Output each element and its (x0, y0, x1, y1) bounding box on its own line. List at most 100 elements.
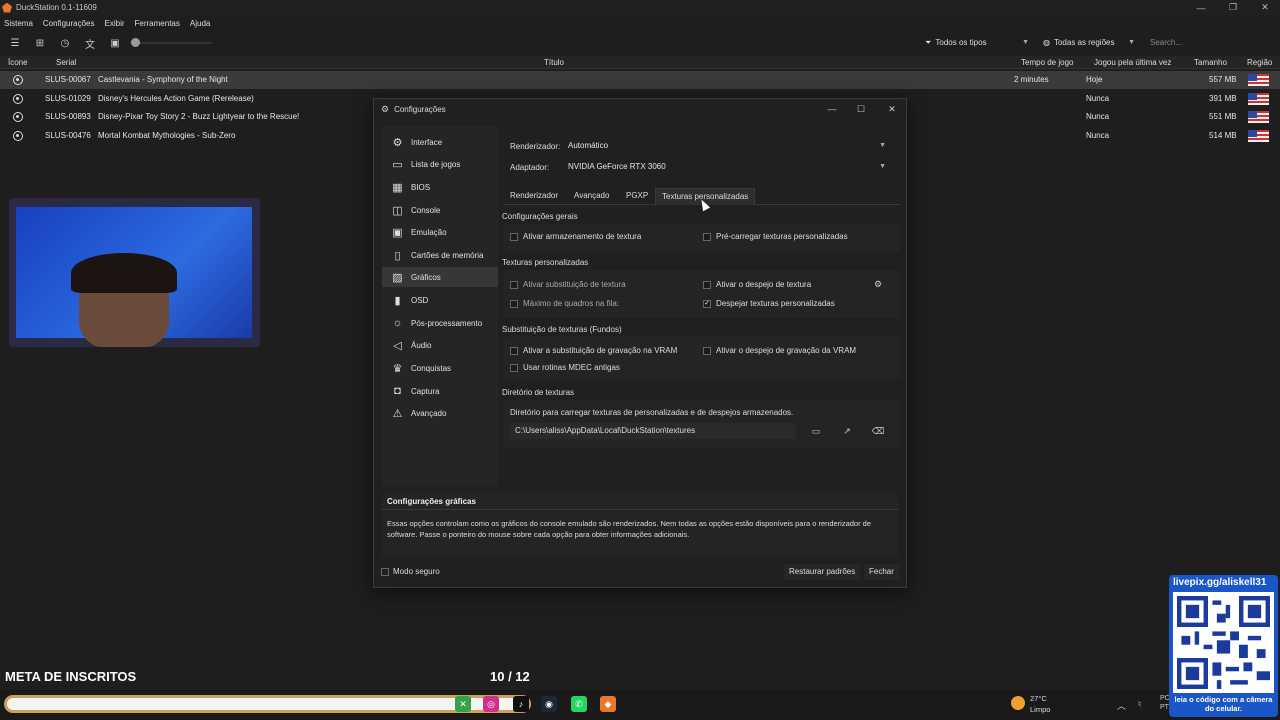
sidebar-item-console[interactable]: ◫ Console (382, 200, 498, 220)
sidebar-item-post-processing[interactable]: ☼ Pós-processamento (382, 313, 498, 333)
dialog-maximize-icon[interactable]: ☐ (853, 102, 869, 116)
weather-widget[interactable]: 27°C Limpo (1030, 693, 1050, 715)
col-playtime[interactable]: Tempo de jogo (1021, 58, 1073, 67)
checkbox-box (703, 346, 711, 355)
duckstation-taskbar-icon[interactable]: ◆ (600, 696, 616, 712)
zoom-slider-track[interactable] (130, 42, 212, 44)
section-backgrounds: Substituição de texturas (Fundos) (502, 325, 622, 334)
camera-icon: ◘ (394, 385, 401, 397)
preload-textures-checkbox[interactable]: Pré-carregar texturas personalizadas (703, 232, 848, 241)
enable-texture-dump-checkbox[interactable]: Ativar o despejo de textura (703, 280, 811, 289)
speaker-icon: ◁ (393, 339, 402, 352)
instagram-icon[interactable]: ◎ (483, 696, 499, 712)
vram-write-dump-checkbox[interactable]: Ativar o despejo de gravação da VRAM (703, 346, 856, 355)
row-serial: SLUS-01029 (45, 94, 91, 103)
tab-renderer[interactable]: Renderizador (504, 188, 564, 205)
whatsapp-icon[interactable]: ✆ (571, 696, 587, 712)
settings-sidebar: ⚙ Interface ▭ Lista de jogos ▦ BIOS ◫ Consol… (382, 126, 498, 487)
maximize-icon[interactable]: ❐ (1217, 0, 1249, 15)
tiktok-icon[interactable]: ♪ (513, 696, 529, 712)
texture-settings-gear-icon[interactable]: ⚙ (868, 276, 888, 292)
table-row[interactable]: SLUS-00067 Castlevania - Symphony of the… (0, 71, 1280, 89)
menu-sistema[interactable]: Sistema (4, 19, 33, 28)
sidebar-item-label: Pós-processamento (411, 318, 483, 328)
translate-icon[interactable]: 文 (83, 36, 97, 51)
sidebar-item-label: Interface (411, 137, 443, 147)
folder-open-icon[interactable]: ▭ (806, 423, 826, 439)
tab-advanced[interactable]: Avançado (568, 188, 615, 205)
checkbox-label: Usar rotinas MDEC antigas (523, 363, 620, 372)
sidebar-item-interface[interactable]: ⚙ Interface (382, 132, 498, 152)
clock-icon[interactable]: ◷ (58, 36, 72, 50)
clear-icon[interactable]: ⌫ (868, 423, 888, 439)
sidebar-item-achievements[interactable]: ♛ Conquistas (382, 358, 498, 378)
row-lastplayed: Nunca (1086, 112, 1110, 121)
sidebar-item-osd[interactable]: ▮ OSD (382, 290, 498, 310)
livepix-qr-overlay: livepix.gg/aliskell31 leia o código com … (1169, 575, 1278, 717)
col-title[interactable]: Título (544, 58, 564, 67)
restore-defaults-button[interactable]: Restaurar padrões (784, 564, 861, 580)
sidebar-item-graphics[interactable]: ▨ Gráficos (382, 267, 498, 287)
row-size: 557 MB (1209, 75, 1237, 84)
sidebar-item-game-list[interactable]: ▭ Lista de jogos (382, 154, 498, 174)
chevron-up-icon[interactable]: ︿ (1117, 699, 1126, 712)
dialog-close-icon[interactable]: ✕ (884, 102, 900, 116)
zoom-slider-handle[interactable] (131, 38, 140, 47)
col-icon[interactable]: Ícone (8, 58, 28, 67)
col-region[interactable]: Região (1247, 58, 1272, 67)
enable-texture-replacement-checkbox[interactable]: Ativar substituição de textura (510, 280, 626, 289)
menu-exibir[interactable]: Exibir (105, 19, 125, 28)
microphone-icon[interactable]: ♮ (1138, 699, 1141, 710)
trophy-icon: ♛ (392, 362, 403, 375)
sidebar-item-memory-cards[interactable]: ▯ Cartões de memória (382, 245, 498, 265)
row-size: 551 MB (1209, 112, 1237, 121)
open-external-icon[interactable]: ↗ (837, 423, 857, 439)
sidebar-item-label: Gráficos (411, 272, 441, 282)
sidebar-item-capture[interactable]: ◘ Captura (382, 381, 498, 401)
streamer-hair (71, 253, 177, 293)
texture-directory-input[interactable]: C:\Users\aliss\AppData\Local\DuckStation… (510, 423, 796, 439)
vram-write-replace-checkbox[interactable]: Ativar a substituição de gravação na VRA… (510, 346, 677, 355)
menu-ferramentas[interactable]: Ferramentas (135, 19, 180, 28)
enable-texture-cache-checkbox[interactable]: Ativar armazenamento de textura (510, 232, 641, 241)
minimize-icon[interactable]: — (1185, 0, 1217, 15)
checkbox-label: Ativar o despejo de gravação da VRAM (716, 346, 857, 355)
tab-pgxp[interactable]: PGXP (620, 188, 654, 205)
dump-custom-textures-checkbox[interactable]: ✓ Despejar texturas personalizadas (703, 299, 835, 308)
checkbox-box (510, 232, 518, 241)
folder-icon: ▭ (392, 158, 403, 171)
max-frames-checkbox[interactable]: Máximo de quadros na fila: (510, 299, 619, 308)
list-icon[interactable]: ☰ (8, 36, 22, 50)
sidebar-item-advanced[interactable]: ⚠ Avançado (382, 403, 498, 423)
dialog-minimize-icon[interactable]: — (824, 102, 840, 116)
chevron-down-icon: ▼ (1128, 39, 1135, 46)
col-serial[interactable]: Serial (56, 58, 76, 67)
steam-icon[interactable]: ◉ (541, 696, 557, 712)
col-size[interactable]: Tamanho (1194, 58, 1227, 67)
row-serial: SLUS-00893 (45, 112, 91, 121)
menu-configuracoes[interactable]: Configurações (43, 19, 95, 28)
type-filter-select[interactable]: ⏷ Todos os tipos ▼ (925, 34, 1029, 51)
disc-icon (13, 112, 23, 122)
adapter-select[interactable]: NVIDIA GeForce RTX 3060 ▼ (566, 159, 890, 175)
xbox-icon[interactable]: ✕ (455, 696, 471, 712)
menu-ajuda[interactable]: Ajuda (190, 19, 210, 28)
image-icon[interactable]: ▣ (108, 36, 122, 50)
menu-bar: Sistema Configurações Exibir Ferramentas… (0, 16, 1280, 31)
safe-mode-checkbox[interactable]: Modo seguro (381, 567, 440, 576)
sidebar-item-audio[interactable]: ◁ Áudio (382, 335, 498, 355)
close-icon[interactable]: ✕ (1249, 0, 1280, 15)
search-input[interactable]: Search... (1146, 35, 1276, 50)
sidebar-item-label: BIOS (411, 182, 431, 192)
col-lastplayed[interactable]: Jogou pela última vez (1094, 58, 1171, 67)
row-lastplayed: Nunca (1086, 94, 1110, 103)
sidebar-item-bios[interactable]: ▦ BIOS (382, 177, 498, 197)
renderer-select[interactable]: Automático ▼ (566, 138, 890, 154)
grid-icon[interactable]: ⊞ (33, 36, 47, 50)
livepix-link: livepix.gg/aliskell31 (1173, 577, 1267, 588)
mdec-routines-checkbox[interactable]: Usar rotinas MDEC antigas (510, 363, 620, 372)
region-filter-select[interactable]: ◍ Todas as regiões ▼ (1043, 34, 1135, 51)
close-button[interactable]: Fechar (864, 564, 899, 580)
row-lastplayed: Hoje (1086, 75, 1103, 84)
sidebar-item-emulation[interactable]: ▣ Emulação (382, 222, 498, 242)
